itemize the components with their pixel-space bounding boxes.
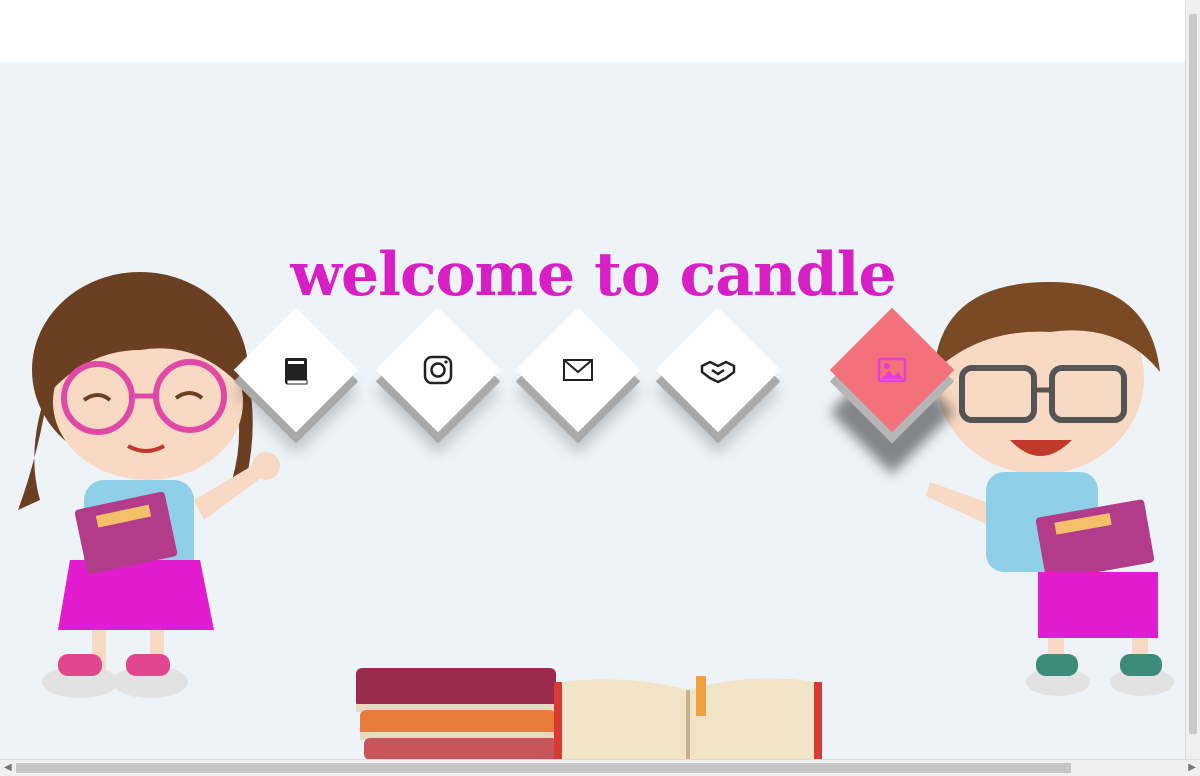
image-icon	[877, 357, 907, 383]
horizontal-scrollbar[interactable]: ◀ ▶	[0, 759, 1200, 776]
boy-illustration	[926, 282, 1174, 696]
top-band	[0, 0, 1186, 62]
instagram-icon	[423, 355, 453, 385]
girl-illustration	[18, 272, 280, 698]
book-icon	[285, 358, 308, 385]
handshake-icon	[700, 360, 736, 384]
vertical-scrollbar[interactable]	[1185, 0, 1200, 760]
welcome-stage: welcome to candle	[0, 62, 1186, 760]
horizontal-scroll-thumb[interactable]	[16, 763, 1071, 773]
mail-icon	[563, 359, 593, 381]
books-illustration	[356, 668, 822, 760]
page-title: welcome to candle	[290, 240, 896, 310]
scroll-left-arrow[interactable]: ◀	[4, 762, 12, 773]
tile-handshake[interactable]	[655, 307, 781, 433]
tile-mail[interactable]	[515, 307, 641, 433]
vertical-scroll-thumb[interactable]	[1189, 14, 1197, 734]
tile-instagram[interactable]	[375, 307, 501, 433]
scroll-right-arrow[interactable]: ▶	[1188, 762, 1196, 773]
